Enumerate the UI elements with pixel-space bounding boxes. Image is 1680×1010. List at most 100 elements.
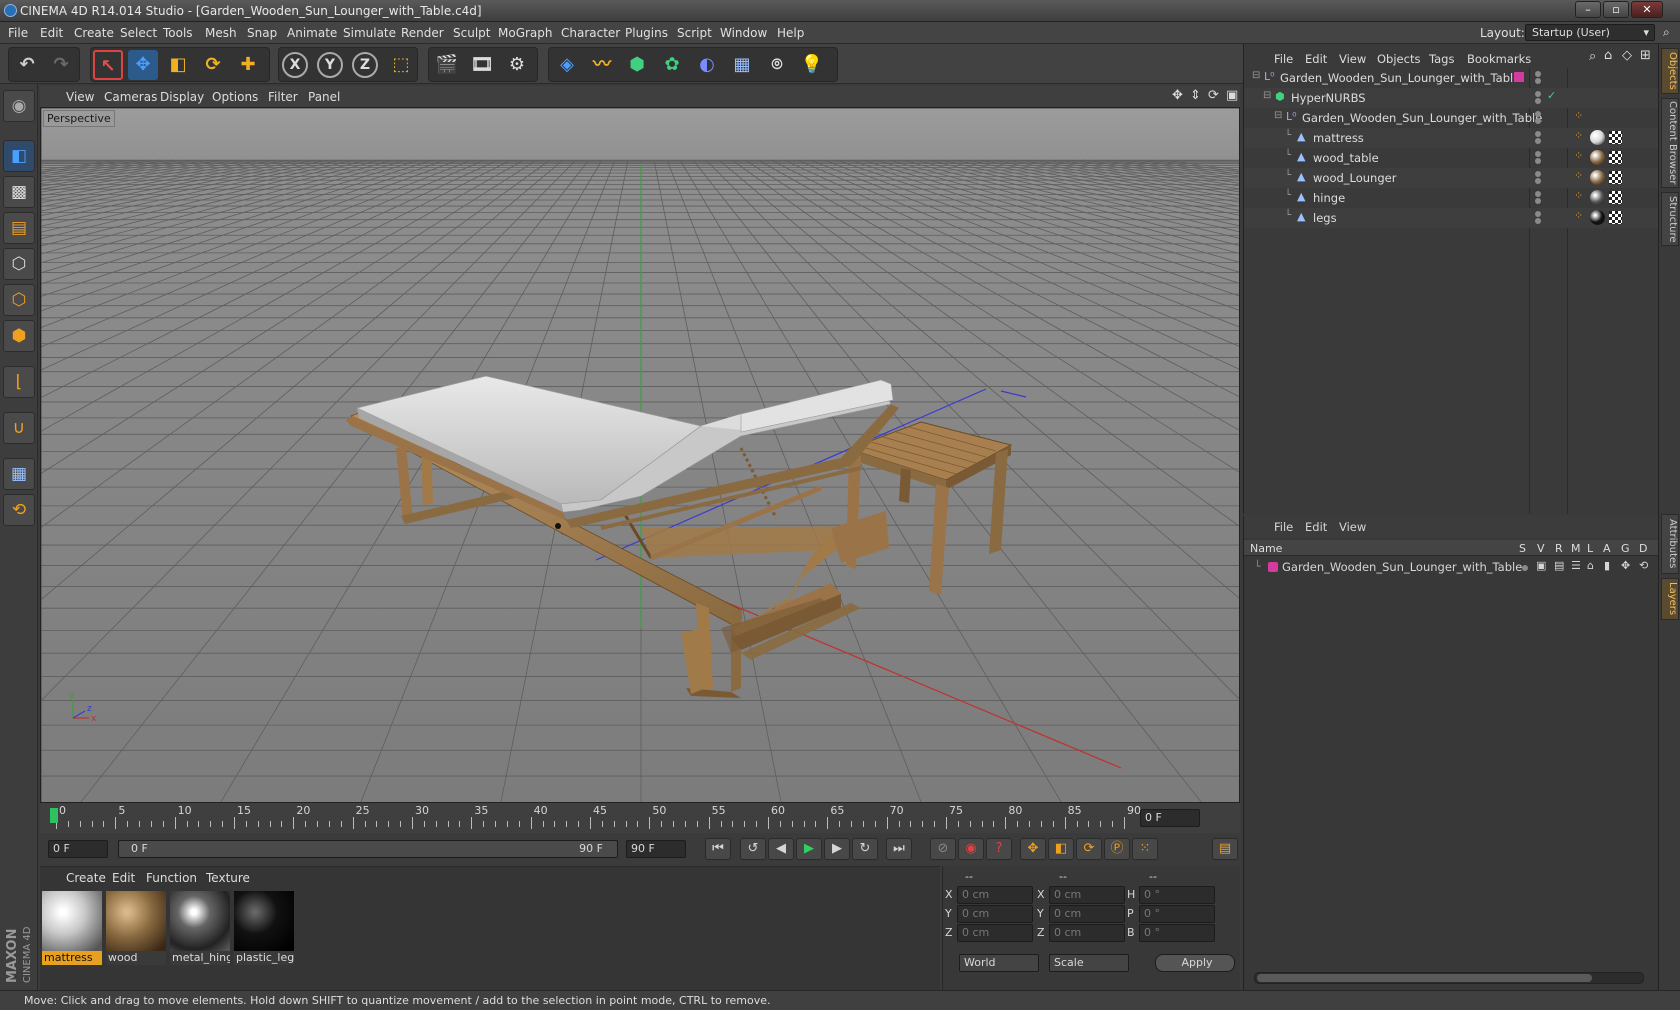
object-name[interactable]: HyperNURBS: [1291, 91, 1366, 105]
mat-menu-function[interactable]: Function: [146, 871, 197, 885]
object-name[interactable]: Garden_Wooden_Sun_Lounger_with_Table: [1280, 71, 1520, 85]
key-rotation-icon[interactable]: ⟳: [1076, 838, 1102, 860]
y-axis-lock-button[interactable]: Y: [317, 52, 343, 78]
visibility-toggle[interactable]: [1535, 130, 1541, 144]
object-name[interactable]: hinge: [1313, 191, 1345, 205]
obj-menu-edit[interactable]: Edit: [1305, 52, 1327, 66]
menu-select[interactable]: Select: [120, 26, 157, 40]
material-swatch-wood[interactable]: wood: [106, 891, 166, 965]
coord-rotation-field[interactable]: 0 °: [1139, 924, 1215, 942]
material-tag-icon[interactable]: [1590, 150, 1605, 165]
next-key-icon[interactable]: ↻: [852, 838, 878, 860]
object-name[interactable]: legs: [1313, 211, 1337, 225]
layer-manager-icon[interactable]: ☰: [1571, 559, 1581, 572]
material-swatch-mattress[interactable]: mattress: [42, 891, 102, 965]
tab-layers[interactable]: Layers: [1661, 578, 1679, 620]
tab-objects[interactable]: Objects: [1661, 48, 1679, 94]
camera-icon[interactable]: ⌾: [762, 50, 792, 80]
menu-mograph[interactable]: MoGraph: [498, 26, 553, 40]
key-position-icon[interactable]: ✥: [1020, 838, 1046, 860]
planar-workplane-icon[interactable]: ⟲: [3, 494, 35, 526]
viewport-rotate-icon[interactable]: ⟳: [1208, 88, 1219, 103]
mat-menu-create[interactable]: Create: [66, 871, 106, 885]
viewport-menu-display[interactable]: Display: [160, 90, 204, 104]
recent-tool-icon[interactable]: ✚: [233, 50, 263, 80]
object-name[interactable]: wood_table: [1313, 151, 1379, 165]
coord-rotation-field[interactable]: 0 °: [1139, 905, 1215, 923]
start-frame-field[interactable]: 0 F: [48, 840, 108, 858]
z-axis-lock-button[interactable]: Z: [352, 52, 378, 78]
viewport-move-icon[interactable]: ✥: [1172, 88, 1183, 103]
layer-col-name[interactable]: Name: [1250, 542, 1282, 555]
object-row[interactable]: └ ▲ wood_Lounger ⁘: [1244, 168, 1659, 188]
obj-search-icon[interactable]: ⌕: [1589, 49, 1596, 64]
phong-tag-icon[interactable]: ⁘: [1574, 129, 1583, 142]
menu-render[interactable]: Render: [401, 26, 444, 40]
object-row[interactable]: └ ▲ mattress ⁘: [1244, 128, 1659, 148]
object-row[interactable]: ⊟ ⬢ HyperNURBS ✓: [1244, 88, 1659, 108]
coord-position-field[interactable]: 0 cm: [957, 924, 1033, 942]
points-mode-icon[interactable]: ⬡: [3, 248, 35, 280]
uvw-tag-icon[interactable]: [1609, 171, 1622, 184]
viewport-scene[interactable]: y x z: [41, 108, 1240, 803]
workplane-icon[interactable]: ▤: [3, 212, 35, 244]
uvw-tag-icon[interactable]: [1609, 131, 1622, 144]
undo-icon[interactable]: ↶: [12, 50, 42, 80]
tab-structure[interactable]: Structure: [1661, 192, 1679, 246]
autokey-icon[interactable]: ◉: [958, 838, 984, 860]
coord-size-field[interactable]: 0 cm: [1049, 924, 1125, 942]
mat-menu-edit[interactable]: Edit: [112, 871, 135, 885]
menu-simulate[interactable]: Simulate: [343, 26, 396, 40]
obj-menu-file[interactable]: File: [1274, 52, 1293, 66]
minimize-button[interactable]: –: [1575, 1, 1601, 18]
texture-mode-icon[interactable]: ▩: [3, 176, 35, 208]
obj-home-icon[interactable]: ⌂: [1604, 48, 1612, 63]
visibility-toggle[interactable]: [1535, 170, 1541, 184]
key-scale-icon[interactable]: ◧: [1048, 838, 1074, 860]
phong-tag-icon[interactable]: ⁘: [1574, 109, 1583, 122]
timeline-ruler[interactable]: 0 5 10 15 20 25 30 35 40 45 50 55 60 65 70 75 80 85 90 0 F: [40, 803, 1240, 833]
layer-lock-icon[interactable]: ⌂: [1587, 559, 1594, 572]
menu-help[interactable]: Help: [777, 26, 804, 40]
layer-menu-view[interactable]: View: [1339, 520, 1366, 534]
tab-content-browser[interactable]: Content Browser: [1661, 98, 1679, 188]
obj-menu-tags[interactable]: Tags: [1429, 52, 1454, 66]
layer-animation-icon[interactable]: ▮: [1604, 559, 1610, 572]
uvw-tag-icon[interactable]: [1609, 151, 1622, 164]
workplane-lock-icon[interactable]: ▦: [3, 458, 35, 490]
scale-icon[interactable]: ◧: [163, 50, 193, 80]
visibility-toggle[interactable]: [1535, 210, 1541, 224]
edges-mode-icon[interactable]: ⬡: [3, 284, 35, 316]
maximize-button[interactable]: ▫: [1603, 1, 1629, 18]
mat-menu-texture[interactable]: Texture: [206, 871, 250, 885]
layer-col-animation[interactable]: A: [1603, 542, 1611, 555]
coord-size-field[interactable]: 0 cm: [1049, 886, 1125, 904]
make-editable-icon[interactable]: ◉: [3, 90, 35, 122]
material-tag-icon[interactable]: [1590, 130, 1605, 145]
previous-key-icon[interactable]: ↺: [740, 838, 766, 860]
layer-visible-icon[interactable]: ▣: [1536, 559, 1546, 572]
phong-tag-icon[interactable]: ⁘: [1574, 209, 1583, 222]
viewport-menu-cameras[interactable]: Cameras: [104, 90, 157, 104]
snap-magnet-icon[interactable]: ∪: [3, 412, 35, 444]
layer-col-view[interactable]: V: [1537, 542, 1545, 555]
go-to-end-icon[interactable]: ⏭: [886, 838, 912, 860]
array-icon[interactable]: ✿: [657, 50, 687, 80]
viewport-menu-view[interactable]: View: [66, 90, 94, 104]
obj-menu-objects[interactable]: Objects: [1377, 52, 1420, 66]
keyframe-selection-icon[interactable]: ?: [986, 838, 1012, 860]
end-frame-field[interactable]: 90 F: [626, 840, 686, 858]
object-row[interactable]: ⊟ L⁰ Garden_Wooden_Sun_Lounger_with_Table ⁘: [1244, 108, 1659, 128]
viewport-zoom-icon[interactable]: ⇕: [1190, 88, 1201, 103]
light-icon[interactable]: 💡: [797, 50, 827, 80]
uvw-tag-icon[interactable]: [1609, 191, 1622, 204]
go-to-start-icon[interactable]: ⏮: [705, 838, 731, 860]
object-name[interactable]: wood_Lounger: [1313, 171, 1396, 185]
phong-tag-icon[interactable]: ⁘: [1574, 169, 1583, 182]
coord-mode-select[interactable]: World: [959, 954, 1039, 972]
layer-col-solo[interactable]: S: [1519, 542, 1526, 555]
frame-range-slider[interactable]: 0 F 90 F: [118, 840, 618, 858]
current-frame-field[interactable]: 0 F: [1140, 809, 1200, 827]
floor-icon[interactable]: ▦: [727, 50, 757, 80]
phong-tag-icon[interactable]: ⁘: [1574, 189, 1583, 202]
